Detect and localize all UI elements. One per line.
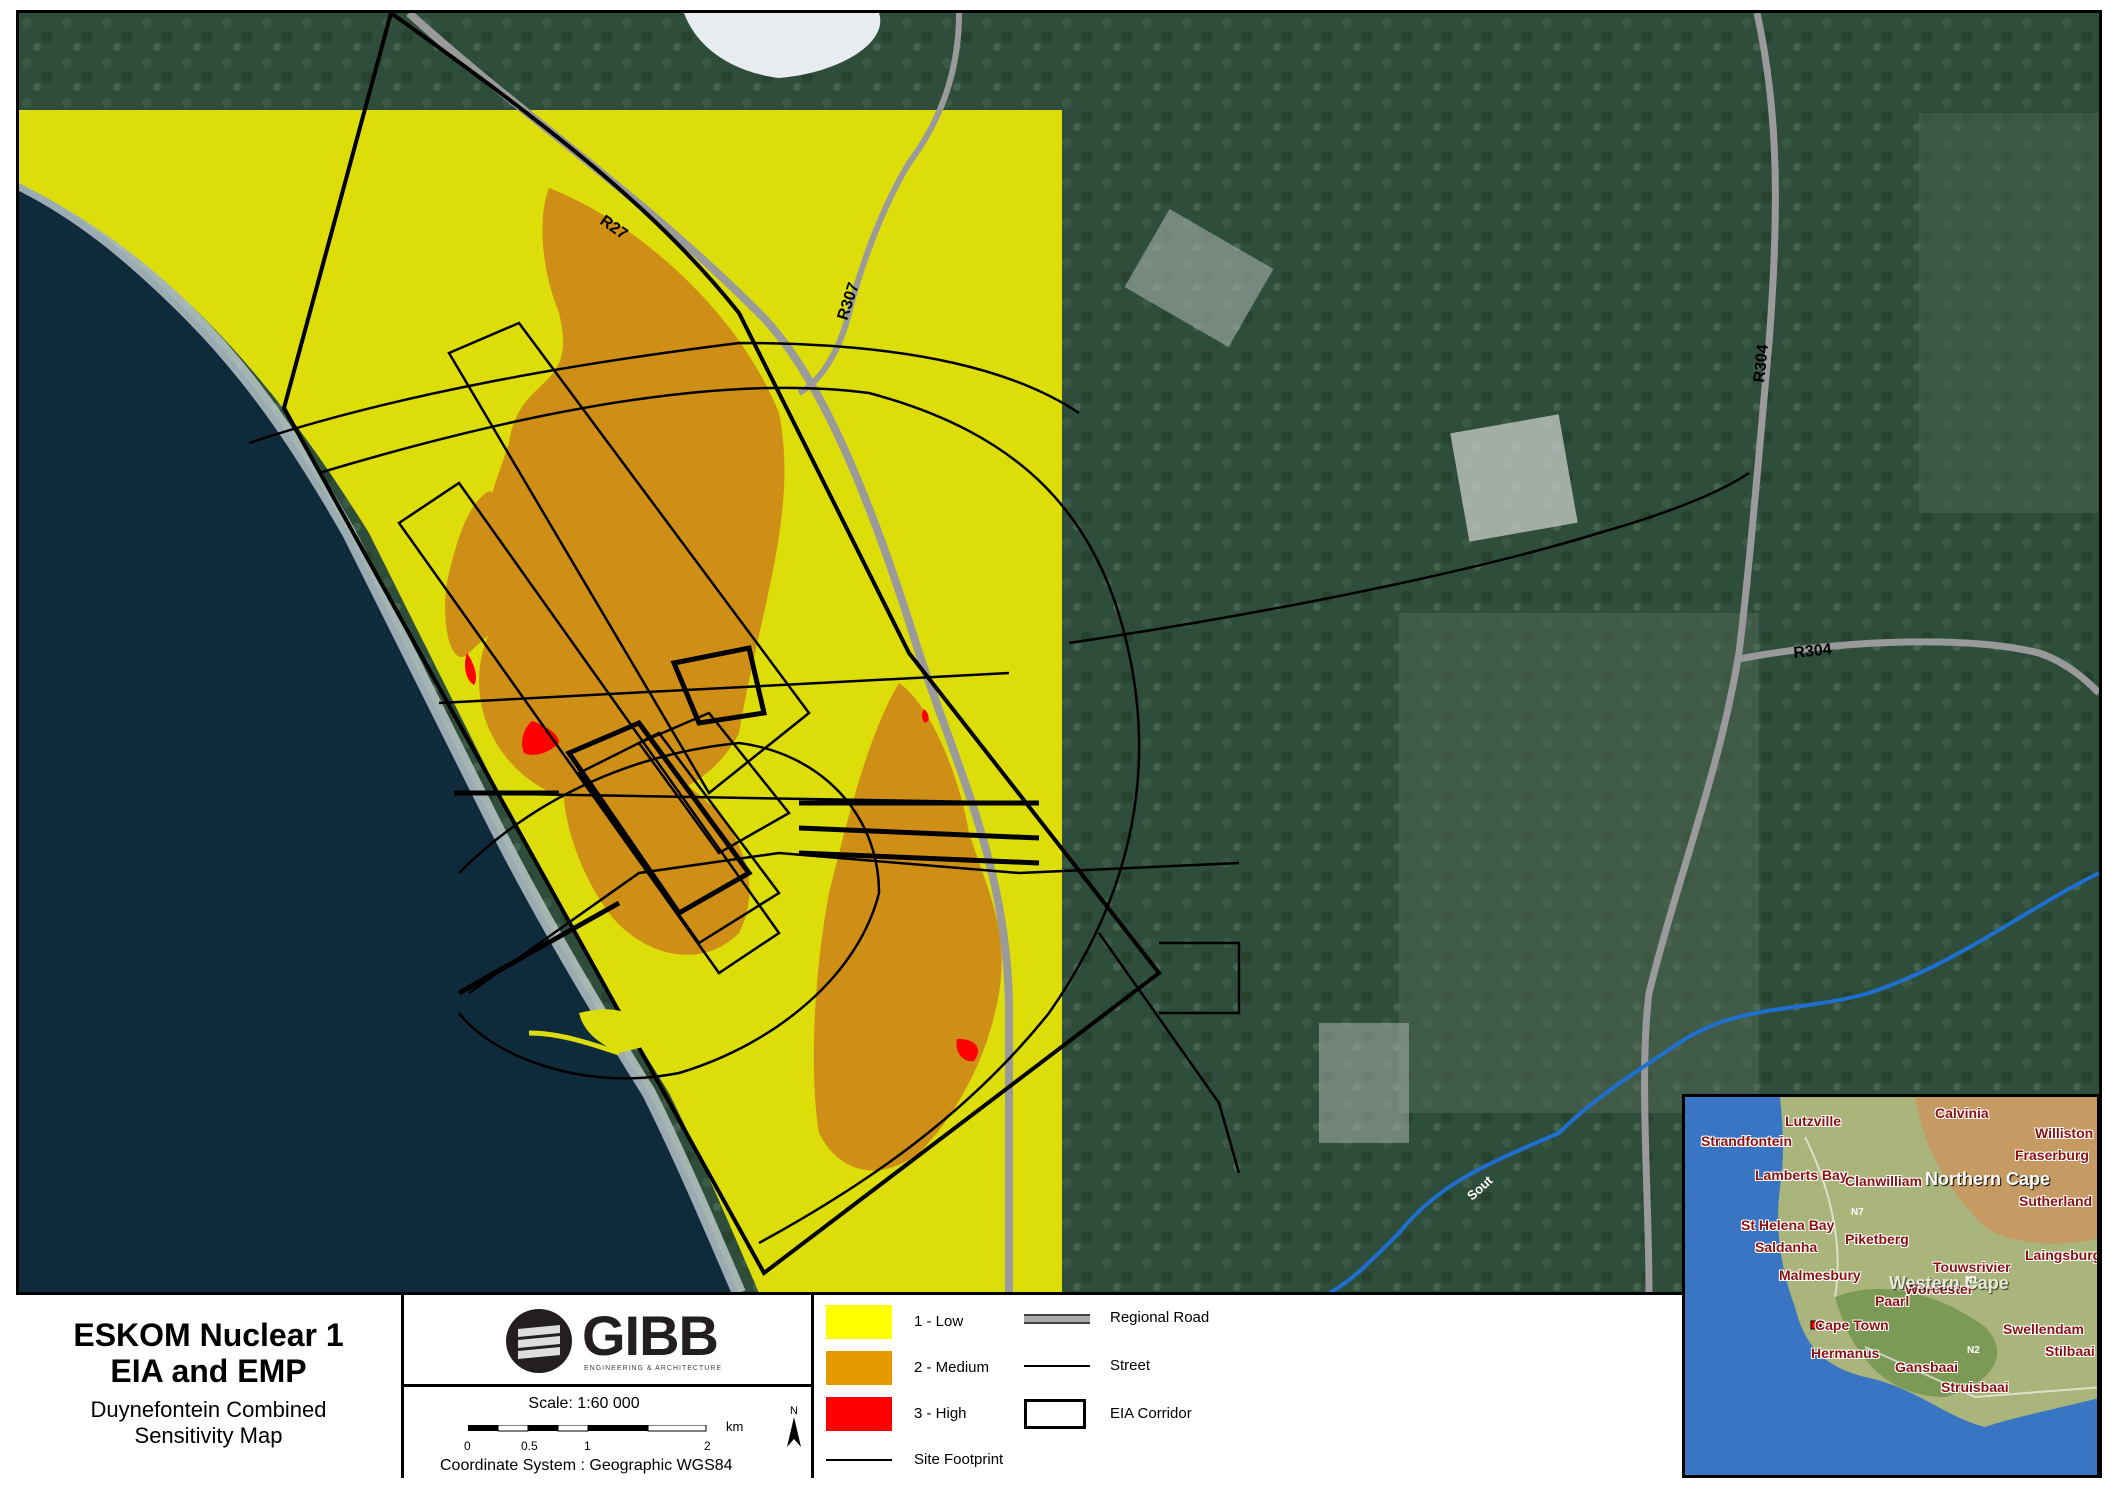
scale-tick: 0.5 bbox=[521, 1439, 538, 1453]
scale-tick: 2 bbox=[704, 1439, 711, 1453]
town-laingsburg: Laingsburg bbox=[2025, 1247, 2100, 1263]
gibb-logo-icon bbox=[506, 1309, 572, 1373]
town-lamberts-bay: Lamberts Bay bbox=[1755, 1167, 1848, 1183]
land-lighter-patch bbox=[1919, 113, 2099, 513]
land-lighter-patch bbox=[1399, 613, 1759, 1113]
legend-label-regional-road: Regional Road bbox=[1110, 1309, 1210, 1326]
legend-label-eia-corridor: EIA Corridor bbox=[1110, 1405, 1192, 1422]
map-subtitle: Duynefontein Combined Sensitivity Map bbox=[16, 1397, 401, 1449]
legend-swatch-low bbox=[826, 1305, 892, 1339]
legend-swatch-site-footprint bbox=[826, 1459, 892, 1461]
town-stilbaai: Stilbaai bbox=[2045, 1343, 2095, 1359]
town-hermanus: Hermanus bbox=[1811, 1345, 1880, 1361]
logo-scale-block: GIBB ENGINEERING & ARCHITECTURE Scale: 1… bbox=[404, 1295, 814, 1478]
scale-tick: 0 bbox=[464, 1439, 471, 1453]
legend-label-low: 1 - Low bbox=[914, 1313, 964, 1330]
town-malmesbury: Malmesbury bbox=[1779, 1267, 1861, 1283]
north-label: N bbox=[790, 1405, 798, 1417]
town-fraserburg: Fraserburg bbox=[2015, 1147, 2089, 1163]
scale-tick: 1 bbox=[584, 1439, 591, 1453]
gibb-logo-text: GIBB bbox=[582, 1304, 719, 1367]
region-northern-cape: Northern Cape bbox=[1925, 1169, 2051, 1189]
north-arrow-icon bbox=[787, 1417, 801, 1447]
legend-swatch-high bbox=[826, 1397, 892, 1431]
town-gansbaai: Gansbaai bbox=[1895, 1359, 1959, 1375]
town-struisbaai: Struisbaai bbox=[1941, 1379, 2009, 1395]
inset-road-n2: N2 bbox=[1967, 1345, 1980, 1356]
inset-road-n7: N7 bbox=[1851, 1207, 1864, 1218]
map-info-panel: ESKOM Nuclear 1 EIA and EMP Duynefontein… bbox=[16, 1292, 1682, 1478]
title-block: ESKOM Nuclear 1 EIA and EMP Duynefontein… bbox=[16, 1295, 404, 1478]
coordinate-system: Coordinate System : Geographic WGS84 bbox=[440, 1457, 733, 1474]
town-paarl: Paarl bbox=[1875, 1293, 1910, 1309]
legend-swatch-medium bbox=[826, 1351, 892, 1385]
scale-unit: km bbox=[726, 1419, 744, 1434]
title-line-2: EIA and EMP bbox=[110, 1353, 307, 1389]
subtitle-line-1: Duynefontein Combined bbox=[90, 1397, 327, 1422]
town-calvinia: Calvinia bbox=[1935, 1105, 1989, 1121]
town-saldanha: Saldanha bbox=[1755, 1239, 1818, 1255]
town-sutherland: Sutherland bbox=[2019, 1193, 2093, 1209]
legend-label-medium: 2 - Medium bbox=[914, 1359, 990, 1376]
urban-area bbox=[1450, 414, 1578, 542]
town-clanwilliam: Clanwilliam bbox=[1845, 1173, 1923, 1189]
scale-bar bbox=[468, 1425, 707, 1432]
town-lutzville: Lutzville bbox=[1785, 1113, 1842, 1129]
locator-inset-map[interactable]: Calvinia Lutzville Strandfontein Willist… bbox=[1682, 1094, 2100, 1478]
legend-swatch-eia-corridor bbox=[1024, 1399, 1086, 1429]
legend-label-high: 3 - High bbox=[914, 1405, 967, 1422]
town-piketberg: Piketberg bbox=[1845, 1231, 1909, 1247]
legend-swatch-regional-road bbox=[1024, 1314, 1090, 1324]
legend-label-site-footprint: Site Footprint bbox=[914, 1451, 1004, 1468]
town-williston: Williston bbox=[2035, 1125, 2094, 1141]
legend-swatch-street bbox=[1024, 1365, 1090, 1367]
legend: 1 - Low 2 - Medium 3 - High Site Footpri… bbox=[814, 1295, 1682, 1478]
title-line-1: ESKOM Nuclear 1 bbox=[73, 1317, 344, 1353]
inset-road-n1: N1 bbox=[1965, 1275, 1978, 1286]
map-title: ESKOM Nuclear 1 EIA and EMP bbox=[16, 1317, 401, 1389]
legend-label-street: Street bbox=[1110, 1357, 1151, 1374]
town-strandfontein: Strandfontein bbox=[1701, 1133, 1792, 1149]
scale-label: Scale: 1:60 000 bbox=[528, 1395, 640, 1412]
north-arrow: N bbox=[784, 1405, 804, 1450]
town-cape-town: Cape Town bbox=[1815, 1317, 1889, 1333]
region-western-cape: Western Cape bbox=[1889, 1273, 2009, 1293]
gibb-logo-tagline: ENGINEERING & ARCHITECTURE bbox=[584, 1365, 723, 1372]
logo-area: GIBB ENGINEERING & ARCHITECTURE bbox=[404, 1295, 811, 1387]
town-swellendam: Swellendam bbox=[2003, 1321, 2084, 1337]
town-st-helena-bay: St Helena Bay bbox=[1741, 1217, 1835, 1233]
urban-area bbox=[1319, 1023, 1409, 1143]
subtitle-line-2: Sensitivity Map bbox=[134, 1423, 283, 1448]
